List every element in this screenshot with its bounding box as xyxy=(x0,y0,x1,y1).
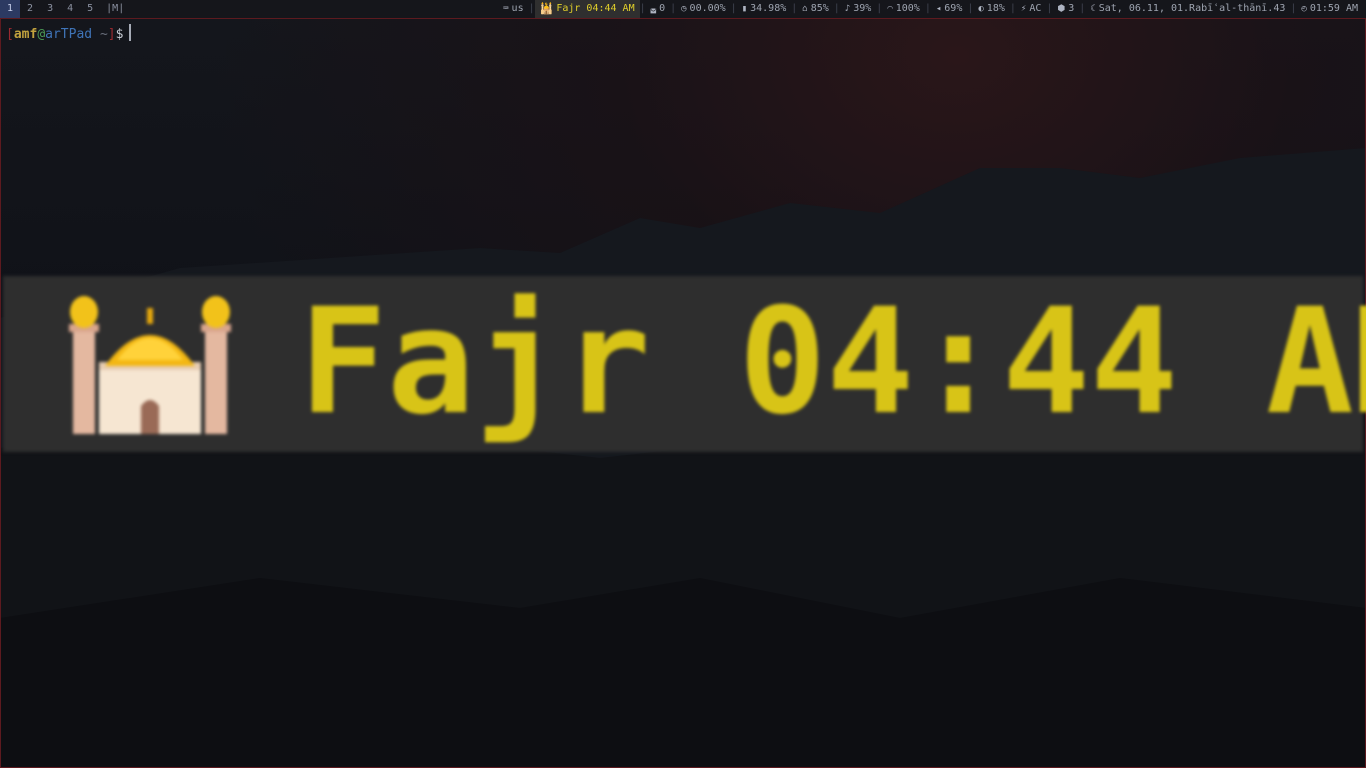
clock-icon: ◴ xyxy=(1301,4,1307,14)
status-module-value: 100% xyxy=(895,3,920,14)
workspace-4[interactable]: 4 xyxy=(60,0,80,18)
mosque-icon xyxy=(69,296,231,434)
prompt-at: @ xyxy=(37,27,46,42)
workspace-1[interactable]: 1 xyxy=(0,0,21,18)
workspace-list: 12345 xyxy=(0,0,100,18)
status-bar: 12345 |M| ⌨ us | 🕌 Fajr 04:44 AM | ◛ 0 | ◷ 00.00% |… xyxy=(0,0,1366,18)
keyboard-icon: ⌨ xyxy=(503,4,509,14)
volume-icon: ◂ xyxy=(935,4,942,14)
status-module-value: us xyxy=(511,3,524,14)
status-module-value: 00.00% xyxy=(689,3,726,14)
bell-icon: ♪ xyxy=(844,4,851,14)
wifi-icon: ◠ xyxy=(887,4,893,14)
workspace-5[interactable]: 5 xyxy=(80,0,100,18)
status-module-value: 85% xyxy=(810,3,829,14)
screen: 12345 |M| ⌨ us | 🕌 Fajr 04:44 AM | ◛ 0 | ◷ 00.00% |… xyxy=(0,0,1366,768)
workspace-3[interactable]: 3 xyxy=(40,0,60,18)
status-module-keyboard[interactable]: ⌨ us xyxy=(498,0,528,18)
text-cursor xyxy=(129,24,132,41)
status-module-clock[interactable]: ◴ 01:59 AM xyxy=(1296,0,1363,18)
status-module-bell[interactable]: ♪ 39% xyxy=(840,0,876,18)
banner-text: Fajr 04:44 AM xyxy=(299,277,1366,447)
gauge-icon: ◷ xyxy=(681,4,687,14)
prompt-dollar: $ xyxy=(115,27,124,42)
status-module-volume[interactable]: ◂ 69% xyxy=(931,0,967,18)
status-module-power[interactable]: ⚡ AC xyxy=(1016,0,1046,18)
prompt-user: amf xyxy=(13,27,38,42)
status-module-brightness[interactable]: ◐ 18% xyxy=(973,0,1009,18)
memory-icon: ▮ xyxy=(741,4,748,14)
status-module-home[interactable]: ⌂ 85% xyxy=(797,0,833,18)
layout-indicator[interactable]: |M| xyxy=(100,0,130,18)
status-module-mosque[interactable]: 🕌 Fajr 04:44 AM xyxy=(534,0,640,18)
hard-drive-icon: ◛ xyxy=(650,4,657,14)
prompt-host: arTPad xyxy=(45,27,93,42)
moon-icon: ☾ xyxy=(1090,4,1096,14)
status-module-value: Fajr 04:44 AM xyxy=(556,3,635,14)
status-module-gauge[interactable]: ◷ 00.00% xyxy=(676,0,731,18)
status-module-value: 18% xyxy=(986,3,1005,14)
status-module-value: 0 xyxy=(659,3,666,14)
status-module-value: AC xyxy=(1029,3,1042,14)
status-module-value: 3 xyxy=(1068,3,1075,14)
prompt-close-bracket: ] xyxy=(107,27,116,42)
status-module-value: 69% xyxy=(944,3,963,14)
package-icon: ⬢ xyxy=(1057,4,1066,14)
mosque-icon: 🕌 xyxy=(539,2,554,15)
status-module-moon[interactable]: ☾ Sat, 06.11, 01.Rabīʿal-thānī.43 xyxy=(1085,0,1290,18)
status-module-package[interactable]: ⬢ 3 xyxy=(1052,0,1079,18)
status-modules: ⌨ us | 🕌 Fajr 04:44 AM | ◛ 0 | ◷ 00.00% | ▮ 34.98% | ⌂ 8… xyxy=(498,0,1366,18)
prompt-open-bracket: [ xyxy=(6,27,14,42)
prayer-time-banner: Fajr 04:44 AM xyxy=(3,276,1366,452)
status-module-memory[interactable]: ▮ 34.98% xyxy=(737,0,792,18)
shell-prompt[interactable]: [amf@arTPad ~]$ xyxy=(6,24,132,43)
power-icon: ⚡ xyxy=(1020,4,1027,14)
prompt-dir: ~ xyxy=(99,27,108,42)
brightness-icon: ◐ xyxy=(978,4,984,14)
status-module-value: 34.98% xyxy=(750,3,787,14)
status-module-value: Sat, 06.11, 01.Rabīʿal-thānī.43 xyxy=(1098,3,1286,14)
status-module-hard-drive[interactable]: ◛ 0 xyxy=(646,0,670,18)
status-module-wifi[interactable]: ◠ 100% xyxy=(882,0,925,18)
workspace-2[interactable]: 2 xyxy=(20,0,40,18)
home-icon: ⌂ xyxy=(802,4,808,14)
status-module-value: 01:59 AM xyxy=(1309,3,1358,14)
status-module-value: 39% xyxy=(853,3,872,14)
